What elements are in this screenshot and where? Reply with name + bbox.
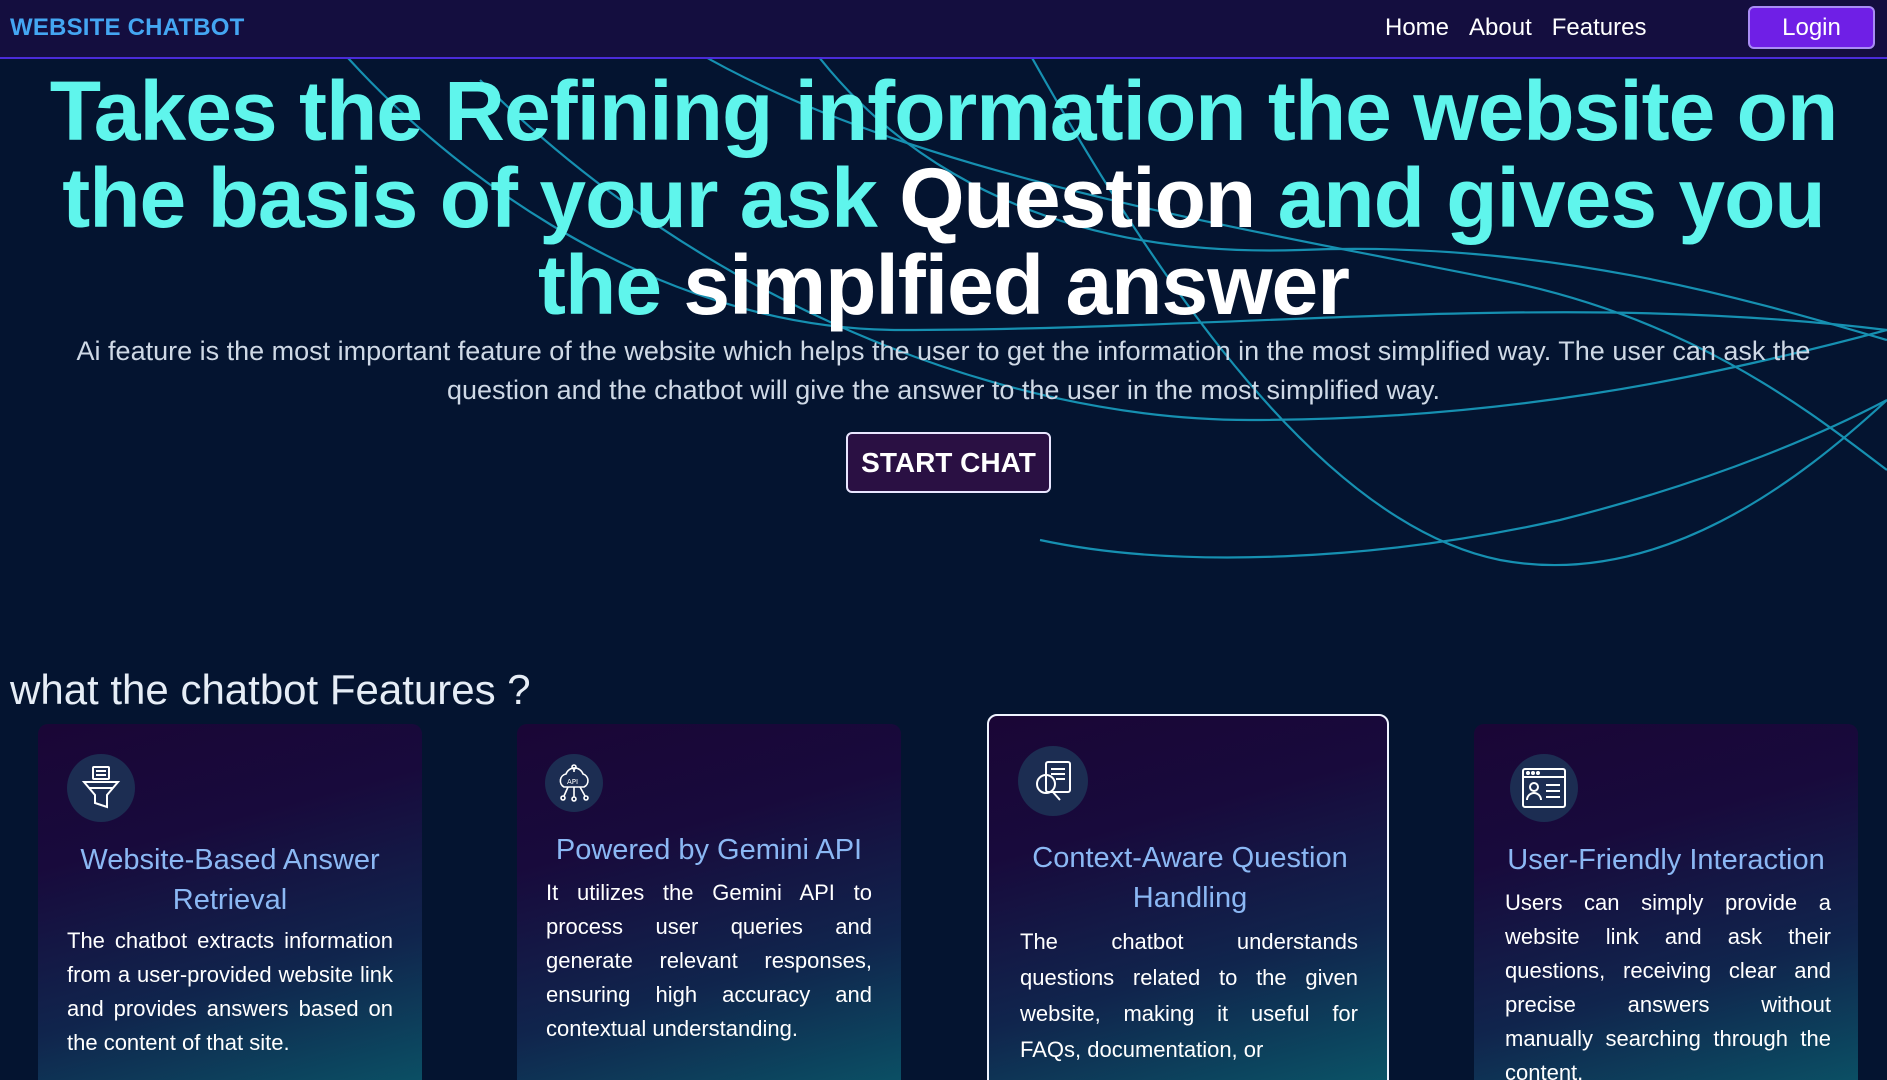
feature-card-title: Context-Aware Question Handling: [1032, 842, 1348, 914]
feature-card-text: Users can simply provide a website link …: [1505, 890, 1831, 1080]
hero-subtitle: Ai feature is the most important feature…: [76, 336, 1811, 405]
feature-card-title: User-Friendly Interaction: [1507, 844, 1825, 876]
hero-title: Takes the Refining information the websi…: [20, 68, 1867, 329]
profile-window-icon: [1510, 754, 1578, 822]
hero-title-highlight-answer: simplfied answer: [683, 238, 1350, 332]
nav-link-home[interactable]: Home: [1385, 14, 1449, 42]
funnel-document-icon: [67, 754, 135, 822]
feature-card-gemini-api[interactable]: API Powered by Gemini API It utilizes th…: [517, 724, 901, 1080]
login-button[interactable]: Login: [1748, 6, 1875, 49]
nav-link-features[interactable]: Features: [1552, 14, 1647, 42]
nav-links: Home About Features: [1385, 14, 1646, 42]
brand-logo-text[interactable]: WEBSITE CHATBOT: [10, 14, 245, 42]
feature-card-title: Website-Based Answer Retrieval: [80, 844, 380, 916]
document-search-icon: [1018, 746, 1088, 816]
feature-card-website-answer[interactable]: Website-Based Answer Retrieval The chatb…: [38, 724, 422, 1080]
features-heading: what the chatbot Features ?: [10, 666, 531, 713]
svg-text:API: API: [567, 778, 578, 786]
api-cloud-icon: API: [545, 754, 603, 812]
start-chat-button[interactable]: START CHAT: [846, 432, 1051, 493]
top-navbar: WEBSITE CHATBOT Home About Features Logi…: [0, 0, 1887, 59]
feature-card-context-aware[interactable]: Context-Aware Question Handling The chat…: [987, 714, 1389, 1080]
feature-card-user-friendly[interactable]: User-Friendly Interaction Users can simp…: [1474, 724, 1858, 1080]
nav-link-about[interactable]: About: [1469, 14, 1532, 42]
feature-card-text: It utilizes the Gemini API to process us…: [546, 880, 872, 1041]
page: WEBSITE CHATBOT Home About Features Logi…: [0, 0, 1887, 1080]
feature-card-text: The chatbot understands questions relate…: [1020, 929, 1358, 1062]
feature-card-title: Powered by Gemini API: [555, 834, 863, 866]
hero-title-highlight-question: Question: [899, 151, 1256, 245]
feature-card-text: The chatbot extracts information from a …: [67, 928, 393, 1055]
